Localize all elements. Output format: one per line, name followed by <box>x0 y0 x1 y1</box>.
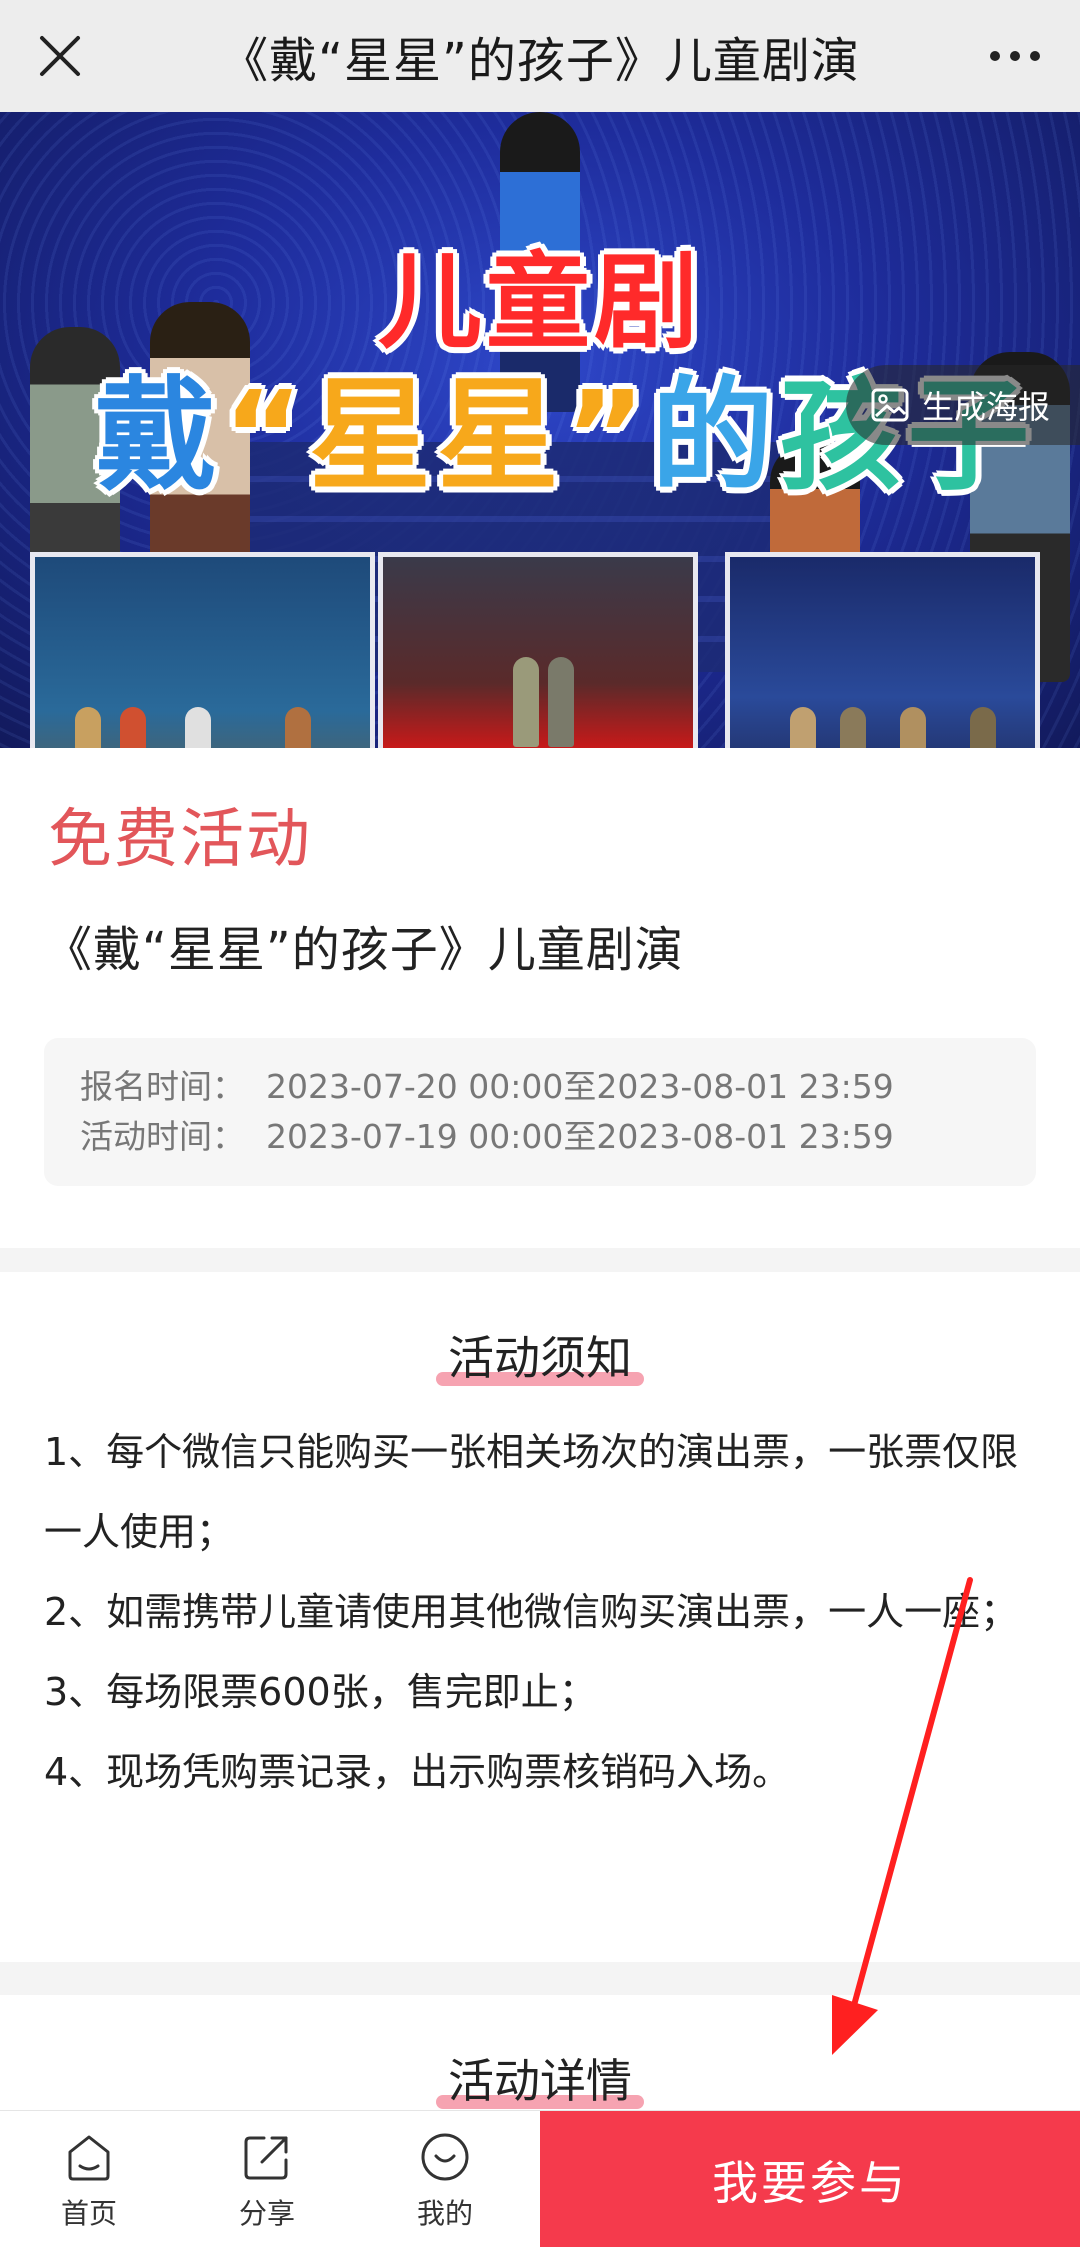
image-icon <box>871 388 909 422</box>
tab-share[interactable]: 分享 <box>178 2111 356 2247</box>
profile-icon <box>421 2133 469 2180</box>
banner-title-part: 的 <box>651 365 780 507</box>
tab-mine[interactable]: 我的 <box>356 2111 534 2247</box>
actor-figure <box>185 707 211 748</box>
notice-item: 3、每场限票600张，售完即止； <box>44 1670 597 1714</box>
notice-heading-text: 活动须知 <box>436 1322 644 1388</box>
notice-card: 活动须知 1、每个微信只能购买一张相关场次的演出票，一张票仅限一人使用； 2、如… <box>0 1272 1080 1962</box>
actor-figure <box>75 707 101 748</box>
tab-home-label: 首页 <box>60 2196 117 2230</box>
share-icon <box>244 2136 288 2179</box>
registration-time-value: 2023-07-20 00:00至2023-08-01 23:59 <box>266 1067 894 1106</box>
notice-heading-label: 活动须知 <box>448 1331 632 1385</box>
more-dot-icon <box>1030 51 1040 61</box>
actor-figure <box>970 707 996 748</box>
actor-figure <box>285 707 311 748</box>
close-icon <box>40 36 80 76</box>
detail-heading-label: 活动详情 <box>448 2054 632 2108</box>
bottom-tabbar: 首页 分享 我的 我要参与 <box>0 2110 1080 2247</box>
join-button[interactable]: 我要参与 <box>540 2111 1080 2247</box>
more-menu-button[interactable] <box>980 28 1050 84</box>
generate-poster-label: 生成海报 <box>921 388 1050 426</box>
actor-figure <box>120 707 146 748</box>
event-time-row: 活动时间： 2023-07-19 00:00至2023-08-01 23:59 <box>80 1112 1000 1162</box>
registration-time-label: 报名时间： <box>80 1067 245 1106</box>
actor-figure <box>548 657 574 747</box>
detail-heading-text: 活动详情 <box>436 2045 644 2111</box>
actor-figure <box>840 707 866 748</box>
time-info-box: 报名时间： 2023-07-20 00:00至2023-08-01 23:59 … <box>44 1038 1036 1186</box>
generate-poster-button[interactable]: 生成海报 <box>845 365 1080 445</box>
more-dot-icon <box>990 51 1000 61</box>
event-time-label: 活动时间： <box>80 1117 245 1156</box>
registration-time-row: 报名时间： 2023-07-20 00:00至2023-08-01 23:59 <box>80 1062 1000 1112</box>
home-icon <box>68 2135 110 2180</box>
actor-figure <box>900 707 926 748</box>
stage-photo-2 <box>378 552 698 748</box>
activity-title: 《戴“星星”的孩子》儿童剧演 <box>44 922 684 978</box>
notice-heading: 活动须知 <box>0 1322 1080 1388</box>
notice-list: 1、每个微信只能购买一张相关场次的演出票，一张票仅限一人使用； 2、如需携带儿童… <box>44 1412 1044 1812</box>
banner-title-part: “星星” <box>223 365 652 507</box>
tab-home[interactable]: 首页 <box>0 2111 178 2247</box>
price-label: 免费活动 <box>48 803 312 877</box>
notice-item: 2、如需携带儿童请使用其他微信购买演出票，一人一座； <box>44 1590 1019 1634</box>
banner-image[interactable]: 儿童剧 戴“星星”的孩子 生成海报 <box>0 112 1080 748</box>
event-time-value: 2023-07-19 00:00至2023-08-01 23:59 <box>266 1117 894 1156</box>
banner-title-part: 戴 <box>95 365 223 507</box>
actor-figure <box>790 707 816 748</box>
top-navbar: 《戴“星星”的孩子》儿童剧演 <box>0 0 1080 112</box>
tab-share-label: 分享 <box>238 2196 295 2230</box>
stage-photo-3 <box>725 552 1040 748</box>
notice-item: 1、每个微信只能购买一张相关场次的演出票，一张票仅限一人使用； <box>44 1430 1019 1554</box>
page: 《戴“星星”的孩子》儿童剧演 儿童剧 戴“星星”的孩子 <box>0 0 1080 2247</box>
notice-item: 4、现场凭购票记录，出示购票核销码入场。 <box>44 1750 791 1794</box>
stage-photo-1 <box>30 552 375 748</box>
actor-figure <box>513 657 539 747</box>
more-dot-icon <box>1010 51 1020 61</box>
detail-heading: 活动详情 <box>0 2045 1080 2111</box>
tab-mine-label: 我的 <box>416 2196 473 2230</box>
close-button[interactable] <box>28 24 92 88</box>
activity-info-card: 免费活动 《戴“星星”的孩子》儿童剧演 报名时间： 2023-07-20 00:… <box>0 748 1080 1248</box>
page-title: 《戴“星星”的孩子》儿童剧演 <box>220 33 860 89</box>
